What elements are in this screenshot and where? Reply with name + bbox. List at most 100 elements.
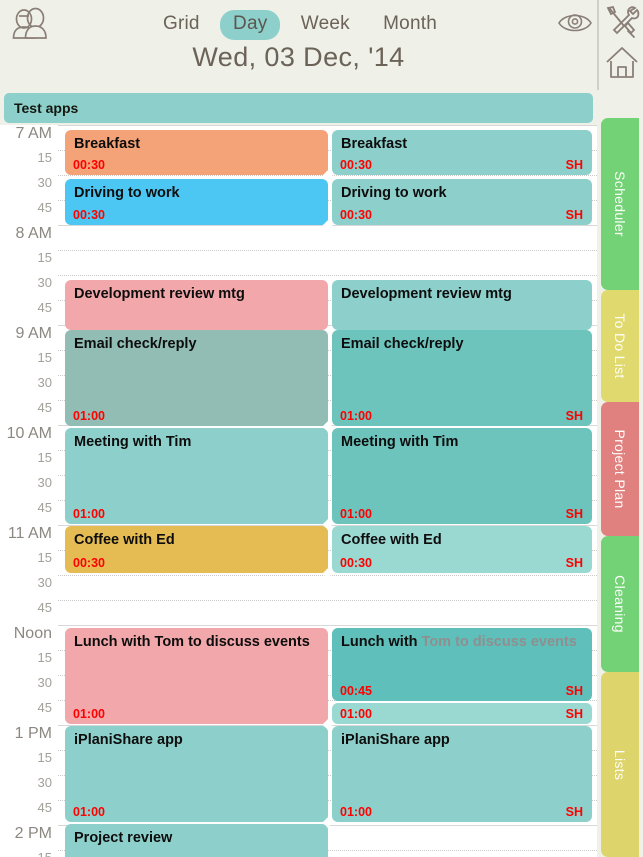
- event-block-right-5[interactable]: Coffee with Ed 00:30 SH: [332, 526, 592, 573]
- calendar-grid: 7 AM 15 30 45 8 AM 15 30 45 9 AM 15 30 45 10 AM 15 30 4…: [0, 125, 597, 857]
- event-block-right-2[interactable]: Development review mtg: [332, 280, 592, 330]
- side-tab-label: Lists: [612, 749, 628, 780]
- event-share-badge[interactable]: SH: [566, 556, 583, 570]
- event-title-dim: Tom to discuss events: [421, 634, 577, 650]
- event-title: Coffee with Ed: [74, 532, 175, 548]
- event-block-left-5[interactable]: Coffee with Ed 00:30: [65, 526, 328, 573]
- time-label-minute: 15: [37, 150, 52, 165]
- time-label-minute: 15: [37, 350, 52, 365]
- side-tab-cleaning[interactable]: Cleaning: [601, 536, 639, 672]
- event-title: Development review mtg: [74, 286, 245, 302]
- side-tab-project-plan[interactable]: Project Plan: [601, 402, 639, 536]
- time-label-hour: 10 AM: [6, 425, 52, 442]
- event-share-badge[interactable]: SH: [566, 805, 583, 819]
- event-title: Project review: [74, 830, 173, 846]
- tool-rail: [597, 0, 643, 90]
- time-label-minute: 45: [37, 700, 52, 715]
- tools-icon[interactable]: [604, 4, 640, 40]
- side-tab-rail: Scheduler To Do List Project Plan Cleaning L…: [597, 90, 643, 857]
- time-label-minute: 15: [37, 450, 52, 465]
- event-title: Email check/reply: [74, 336, 197, 352]
- side-tab-lists[interactable]: Lists: [601, 672, 639, 857]
- event-share-badge[interactable]: SH: [566, 409, 583, 423]
- grid-line: [58, 125, 597, 126]
- event-block-left-0[interactable]: Breakfast 00:30: [65, 130, 328, 175]
- event-resize-handle[interactable]: [322, 568, 333, 579]
- event-duration: 01:00: [340, 409, 372, 423]
- event-title: Breakfast: [74, 136, 141, 152]
- time-label-minute: 15: [37, 650, 52, 665]
- side-tab-label: Cleaning: [612, 575, 628, 633]
- event-block-right-0[interactable]: Breakfast 00:30 SH: [332, 130, 592, 175]
- event-title: Lunch with Tom to discuss events: [341, 634, 577, 650]
- event-share-badge[interactable]: SH: [566, 158, 583, 172]
- event-share-badge[interactable]: SH: [566, 208, 583, 222]
- event-block-right-3[interactable]: Email check/reply 01:00 SH: [332, 330, 592, 426]
- group-bar[interactable]: Test apps: [4, 93, 593, 123]
- time-label-hour: Noon: [13, 625, 52, 642]
- event-block-left-8[interactable]: Project review: [65, 824, 328, 857]
- event-duration: 01:00: [340, 507, 372, 521]
- time-label-hour: 2 PM: [14, 825, 52, 842]
- side-tab-scheduler[interactable]: Scheduler: [601, 118, 639, 290]
- grid-line: [58, 275, 597, 276]
- event-block-left-1[interactable]: Driving to work 00:30: [65, 179, 328, 225]
- people-icon[interactable]: [8, 6, 52, 46]
- time-label-hour: 11 AM: [7, 525, 52, 542]
- time-label-minute: 45: [37, 300, 52, 315]
- event-duration: 00:30: [340, 158, 372, 172]
- time-label-minute: 30: [37, 375, 52, 390]
- grid-line: [58, 625, 597, 626]
- event-duration: 00:30: [73, 556, 105, 570]
- event-duration: 01:00: [73, 507, 105, 521]
- event-share-badge[interactable]: SH: [566, 707, 583, 721]
- group-bar-label: Test apps: [14, 100, 79, 116]
- event-block-right-6[interactable]: Lunch with Tom to discuss events 00:45 SH: [332, 628, 592, 701]
- event-duration: 00:45: [340, 684, 372, 698]
- time-label-minute: 45: [37, 500, 52, 515]
- event-block-left-7[interactable]: iPlaniShare app 01:00: [65, 726, 328, 822]
- time-label-minute: 30: [37, 675, 52, 690]
- side-tab-label: Project Plan: [612, 429, 628, 509]
- event-duration: 01:00: [73, 805, 105, 819]
- event-title: Meeting with Tim: [74, 434, 192, 450]
- event-resize-handle[interactable]: [322, 220, 333, 231]
- app-root: Grid Day Week Month Wed, 03 Dec, '14 Tes…: [0, 0, 643, 857]
- time-label-minute: 15: [38, 851, 52, 857]
- event-share-badge[interactable]: SH: [566, 684, 583, 698]
- event-block-left-6[interactable]: Lunch with Tom to discuss events 01:00: [65, 628, 328, 724]
- home-icon[interactable]: [604, 44, 640, 82]
- event-block-right-8[interactable]: iPlaniShare app 01:00 SH: [332, 726, 592, 822]
- header-bar: Grid Day Week Month Wed, 03 Dec, '14: [0, 0, 597, 90]
- event-title: Meeting with Tim: [341, 434, 459, 450]
- event-title: Lunch with Tom to discuss events: [74, 634, 310, 650]
- view-tab-grid[interactable]: Grid: [150, 10, 213, 40]
- grid-body[interactable]: Breakfast 00:30 Driving to work 00:30 Develo…: [58, 125, 597, 857]
- event-title: Coffee with Ed: [341, 532, 442, 548]
- side-tab-to-do-list[interactable]: To Do List: [601, 290, 639, 402]
- event-block-left-2[interactable]: Development review mtg: [65, 280, 328, 330]
- time-label-minute: 30: [37, 575, 52, 590]
- event-block-right-7[interactable]: 01:00 SH: [332, 703, 592, 724]
- time-label-minute: 45: [37, 600, 52, 615]
- eye-icon[interactable]: [556, 6, 594, 40]
- view-tab-week[interactable]: Week: [288, 10, 363, 40]
- view-tab-day[interactable]: Day: [220, 10, 281, 40]
- event-duration: 00:30: [340, 556, 372, 570]
- event-block-right-1[interactable]: Driving to work 00:30 SH: [332, 179, 592, 225]
- time-label-minute: 30: [37, 275, 52, 290]
- event-block-left-4[interactable]: Meeting with Tim 01:00: [65, 428, 328, 524]
- event-duration: 01:00: [73, 707, 105, 721]
- view-tab-group[interactable]: Grid Day Week Month: [150, 8, 450, 42]
- time-label-minute: 30: [37, 475, 52, 490]
- event-title: Email check/reply: [341, 336, 464, 352]
- view-tab-month[interactable]: Month: [370, 10, 450, 40]
- time-label-minute: 45: [37, 400, 52, 415]
- event-block-left-3[interactable]: Email check/reply 01:00: [65, 330, 328, 426]
- side-tab-label: Scheduler: [612, 171, 628, 237]
- event-share-badge[interactable]: SH: [566, 507, 583, 521]
- time-label-minute: 15: [37, 550, 52, 565]
- event-duration: 00:30: [340, 208, 372, 222]
- event-block-right-4[interactable]: Meeting with Tim 01:00 SH: [332, 428, 592, 524]
- grid-line: [58, 250, 597, 251]
